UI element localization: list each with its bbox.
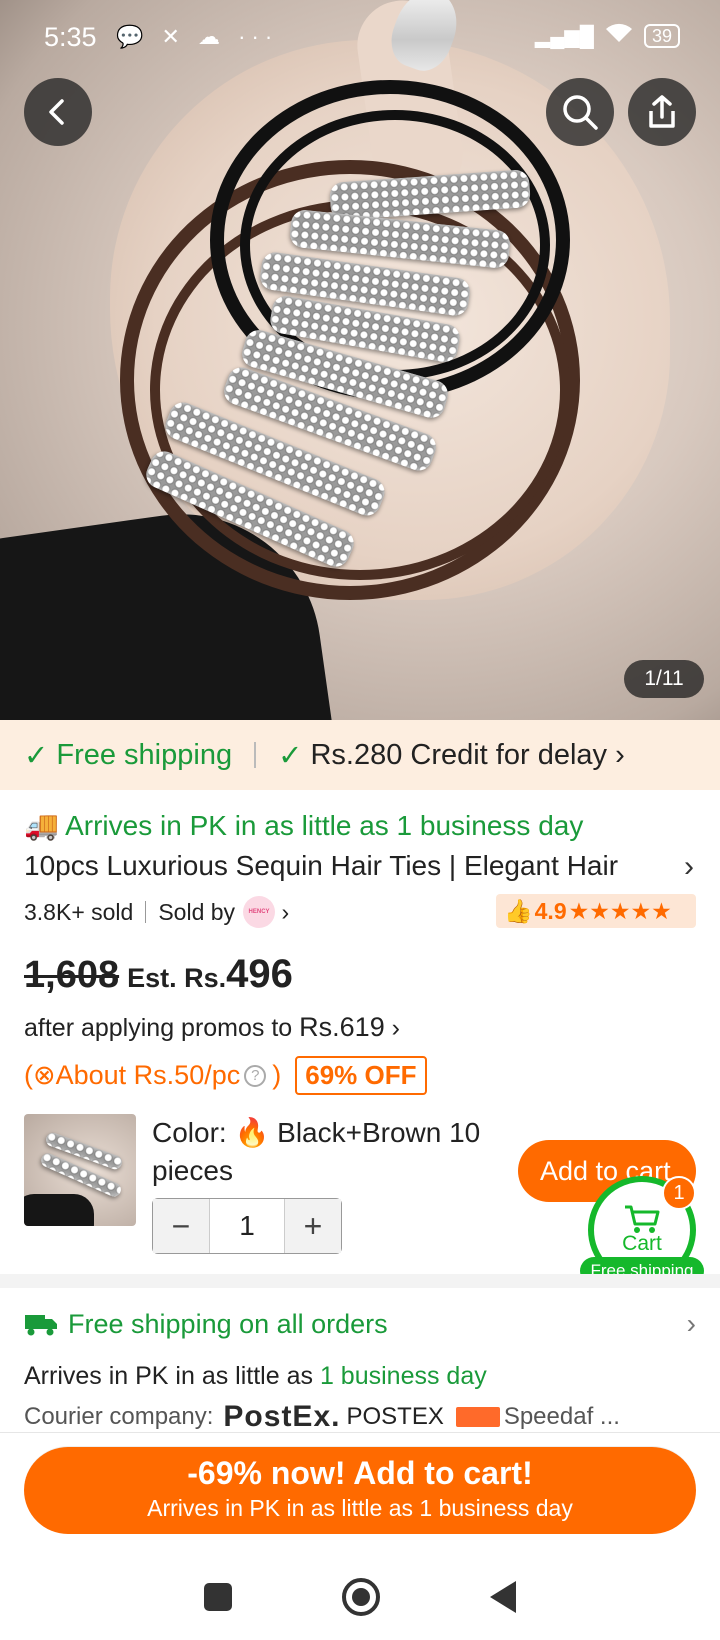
- shipping-row[interactable]: Free shipping on all orders ›: [24, 1308, 696, 1340]
- chevron-right-icon: ›: [686, 1308, 696, 1339]
- speedaf-logo: [455, 1407, 500, 1427]
- promo-row[interactable]: after applying promos to Rs.619 ›: [24, 1012, 400, 1043]
- quantity-value[interactable]: 1: [209, 1199, 285, 1253]
- home-icon[interactable]: [342, 1578, 380, 1616]
- truck-icon: 🚚: [24, 810, 59, 841]
- color-selection[interactable]: Color: 🔥 Black+Brown 10 pieces: [152, 1114, 492, 1190]
- rating-value: 4.9: [534, 897, 567, 924]
- color-label: Color:: [152, 1117, 227, 1148]
- thumbs-up-icon: 👍: [504, 897, 533, 924]
- cart-label: Cart: [622, 1232, 662, 1255]
- free-shipping-label: Free shipping: [56, 738, 233, 771]
- chevron-right-icon[interactable]: ›: [275, 899, 289, 926]
- status-time: 5:35: [44, 22, 97, 52]
- search-icon: [563, 95, 598, 130]
- paren: (: [24, 1060, 33, 1090]
- benefits-banner[interactable]: ✓ Free shipping ✓ Rs.280 Credit for dela…: [0, 720, 720, 790]
- price-row: 1,608 Est. Rs. 496: [24, 952, 293, 997]
- cta-subtitle: Arrives in PK in as little as 1 business…: [147, 1495, 573, 1521]
- per-piece-price: About Rs.50/pc: [55, 1060, 241, 1090]
- image-counter: 1/11: [624, 660, 704, 698]
- courier-speedaf: Speedaf ...: [503, 1403, 620, 1430]
- product-title[interactable]: 🚚 Arrives in PK in as little as 1 busine…: [24, 806, 664, 886]
- back-nav-icon[interactable]: [490, 1581, 516, 1613]
- divider: [0, 1432, 720, 1433]
- system-nav-bar: [0, 1554, 720, 1640]
- divider: [254, 742, 257, 768]
- courier-postex: POSTEX: [346, 1403, 444, 1430]
- chevron-left-icon: [49, 99, 64, 125]
- add-to-cart-cta-button[interactable]: -69% now! Add to cart! Arrives in PK in …: [24, 1446, 696, 1534]
- credit-label: Rs.280 Credit for delay: [310, 738, 608, 771]
- arrival-prefix: Arrives in PK in as little as: [24, 1362, 313, 1390]
- courier-row: Courier company: PostEx. POSTEX Speedaf …: [24, 1400, 696, 1434]
- battery-icon: 39: [643, 24, 680, 48]
- courier-label: Courier company:: [24, 1403, 214, 1430]
- signal-icon: ▂▄▆█: [534, 25, 594, 48]
- truck-icon: [25, 1315, 57, 1336]
- rating-badge[interactable]: 👍 4.9 ★★★★★: [496, 894, 696, 928]
- paren: ): [272, 1060, 282, 1090]
- title-text: 10pcs Luxurious Sequin Hair Ties | Elega…: [24, 850, 619, 881]
- back-button[interactable]: [24, 78, 92, 146]
- recents-icon[interactable]: [204, 1583, 232, 1611]
- discount-badge: 69% OFF: [295, 1056, 427, 1095]
- coin-icon: ⊗: [33, 1060, 56, 1090]
- increase-button[interactable]: +: [285, 1199, 341, 1253]
- quantity-stepper[interactable]: − 1 +: [152, 1198, 342, 1254]
- star-icons: ★★★★★: [568, 897, 672, 924]
- share-button[interactable]: [628, 78, 696, 146]
- section-divider: [0, 1274, 720, 1288]
- cart-icon: [625, 1205, 660, 1233]
- promo-text: after applying promos to: [24, 1014, 293, 1042]
- sold-count: 3.8K+ sold: [24, 898, 134, 925]
- promo-price: Rs.619: [299, 1012, 385, 1042]
- status-bar: 5:35 💬 ✕ ☁ ··· ▂▄▆█ 39: [0, 0, 720, 76]
- arrival-days: 1 business day: [319, 1362, 487, 1390]
- sold-by-label[interactable]: Sold by: [158, 899, 235, 926]
- help-icon[interactable]: ?: [244, 1064, 267, 1087]
- shipping-title: Free shipping on all orders: [68, 1308, 388, 1339]
- per-piece-row: ( ⊗ About Rs.50/pc ? ) 69% OFF: [24, 1056, 427, 1095]
- chevron-right-icon: ›: [391, 1014, 400, 1042]
- variant-thumbnail[interactable]: [24, 1114, 136, 1226]
- chevron-right-icon[interactable]: ›: [684, 850, 694, 884]
- cart-count-badge: 1: [662, 1176, 696, 1210]
- cta-title: -69% now! Add to cart!: [187, 1455, 533, 1491]
- sold-row: 3.8K+ sold Sold by HENCY ›: [24, 896, 289, 928]
- arrival-label: Arrives in PK in as little as 1 business…: [65, 810, 584, 841]
- search-button[interactable]: [546, 78, 614, 146]
- chevron-right-icon: ›: [607, 738, 625, 771]
- arrival-row: Arrives in PK in as little as 1 business…: [24, 1362, 487, 1391]
- status-right: ▂▄▆█ 39: [535, 22, 680, 50]
- original-price: 1,608: [24, 954, 120, 996]
- est-label: Est. Rs.: [127, 963, 227, 993]
- check-icon: ✓: [24, 739, 57, 772]
- wifi-icon: [604, 22, 634, 50]
- notification-icons: 💬 ✕ ☁ ···: [116, 24, 279, 49]
- seller-logo[interactable]: HENCY: [243, 896, 276, 928]
- decrease-button[interactable]: −: [153, 1199, 209, 1253]
- fire-icon: 🔥: [234, 1117, 270, 1148]
- postex-logo: PostEx.: [223, 1400, 341, 1433]
- estimated-price: 496: [226, 952, 293, 996]
- divider: [145, 901, 147, 923]
- share-icon: [649, 95, 675, 128]
- check-icon: ✓: [278, 739, 311, 772]
- sleeve-shape: [24, 1194, 94, 1226]
